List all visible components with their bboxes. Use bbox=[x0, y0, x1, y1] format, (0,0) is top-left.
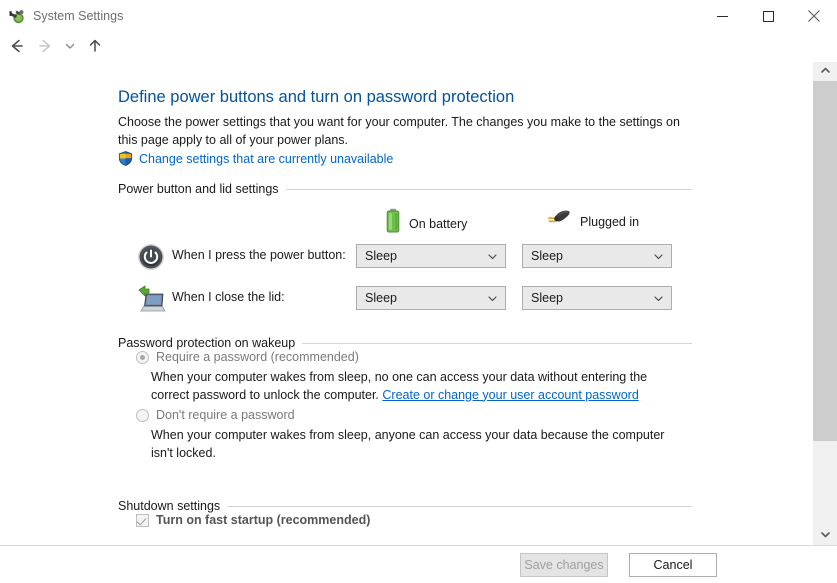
chevron-down-icon[interactable] bbox=[487, 245, 498, 267]
system-settings-icon bbox=[9, 7, 27, 25]
radio-label: Require a password (recommended) bbox=[156, 349, 359, 366]
dropdown-value: Sleep bbox=[365, 291, 397, 305]
column-header-plugged-in: Plugged in bbox=[546, 208, 639, 235]
chevron-down-icon bbox=[820, 527, 831, 545]
page-title: Define power buttons and turn on passwor… bbox=[118, 88, 514, 107]
chevron-down-icon[interactable] bbox=[487, 287, 498, 309]
uac-shield-icon bbox=[118, 151, 133, 166]
checkbox-fast-startup[interactable]: Turn on fast startup (recommended) bbox=[136, 512, 370, 529]
power-plug-icon bbox=[546, 208, 572, 235]
setting-row-label: When I close the lid: bbox=[172, 290, 285, 304]
forward-button[interactable] bbox=[32, 32, 58, 62]
section-title: Password protection on wakeup bbox=[118, 336, 302, 350]
close-lid-on-battery-dropdown[interactable]: Sleep bbox=[356, 286, 506, 310]
radio-option-dont-require-password[interactable]: Don't require a password When your compu… bbox=[136, 407, 683, 462]
dropdown-value: Sleep bbox=[365, 249, 397, 263]
create-change-password-link[interactable]: Create or change your user account passw… bbox=[382, 388, 638, 402]
change-unavailable-settings-label[interactable]: Change settings that are currently unava… bbox=[139, 152, 393, 166]
battery-icon bbox=[385, 208, 401, 239]
radio-label: Don't require a password bbox=[156, 407, 295, 424]
page-description: Choose the power settings that you want … bbox=[118, 114, 684, 149]
radio-description: When your computer wakes from sleep, any… bbox=[151, 427, 683, 462]
close-button[interactable] bbox=[791, 0, 837, 32]
laptop-lid-icon bbox=[136, 284, 166, 314]
section-title: Shutdown settings bbox=[118, 499, 227, 513]
section-header-power-and-lid: Power button and lid settings bbox=[118, 181, 692, 197]
radio-description: When your computer wakes from sleep, no … bbox=[151, 369, 683, 404]
navigation-bar: « Hardware and Sound Power Options Syste… bbox=[0, 32, 837, 62]
footer-bar: Save changes Cancel bbox=[0, 545, 837, 583]
chevron-down-icon[interactable] bbox=[653, 287, 664, 309]
radio-option-require-password[interactable]: Require a password (recommended) When yo… bbox=[136, 349, 683, 404]
vertical-scrollbar[interactable] bbox=[812, 62, 837, 545]
title-bar: System Settings bbox=[0, 0, 837, 32]
section-title: Power button and lid settings bbox=[118, 182, 286, 196]
window-title: System Settings bbox=[33, 7, 123, 25]
column-header-on-battery: On battery bbox=[385, 208, 467, 239]
setting-row-label: When I press the power button: bbox=[172, 248, 346, 262]
dropdown-value: Sleep bbox=[531, 291, 563, 305]
section-divider bbox=[302, 343, 692, 344]
scrollbar-thumb[interactable] bbox=[813, 81, 837, 441]
change-unavailable-settings-link[interactable]: Change settings that are currently unava… bbox=[118, 151, 393, 166]
scroll-up-button[interactable] bbox=[813, 62, 837, 81]
cancel-button[interactable]: Cancel bbox=[629, 553, 717, 577]
content-pane: Define power buttons and turn on passwor… bbox=[0, 62, 812, 545]
column-label: On battery bbox=[409, 217, 467, 231]
section-divider bbox=[286, 189, 692, 190]
radio-button-require-password[interactable] bbox=[136, 351, 149, 364]
recent-locations-button[interactable] bbox=[60, 32, 80, 62]
power-button-on-battery-dropdown[interactable]: Sleep bbox=[356, 244, 506, 268]
maximize-button[interactable] bbox=[745, 0, 791, 32]
save-changes-button[interactable]: Save changes bbox=[520, 553, 608, 577]
dropdown-value: Sleep bbox=[531, 249, 563, 263]
radio-button-dont-require-password[interactable] bbox=[136, 409, 149, 422]
power-button-plugged-in-dropdown[interactable]: Sleep bbox=[522, 244, 672, 268]
column-label: Plugged in bbox=[580, 215, 639, 229]
close-lid-plugged-in-dropdown[interactable]: Sleep bbox=[522, 286, 672, 310]
back-button[interactable] bbox=[4, 32, 30, 62]
checkbox-label: Turn on fast startup (recommended) bbox=[156, 512, 370, 529]
power-button-icon bbox=[136, 242, 166, 272]
section-divider bbox=[227, 506, 692, 507]
minimize-button[interactable] bbox=[699, 0, 745, 32]
chevron-down-icon[interactable] bbox=[653, 245, 664, 267]
checkbox-mark[interactable] bbox=[136, 514, 149, 527]
up-level-button[interactable] bbox=[82, 32, 108, 62]
scroll-down-button[interactable] bbox=[813, 526, 837, 545]
chevron-up-icon bbox=[820, 63, 831, 81]
